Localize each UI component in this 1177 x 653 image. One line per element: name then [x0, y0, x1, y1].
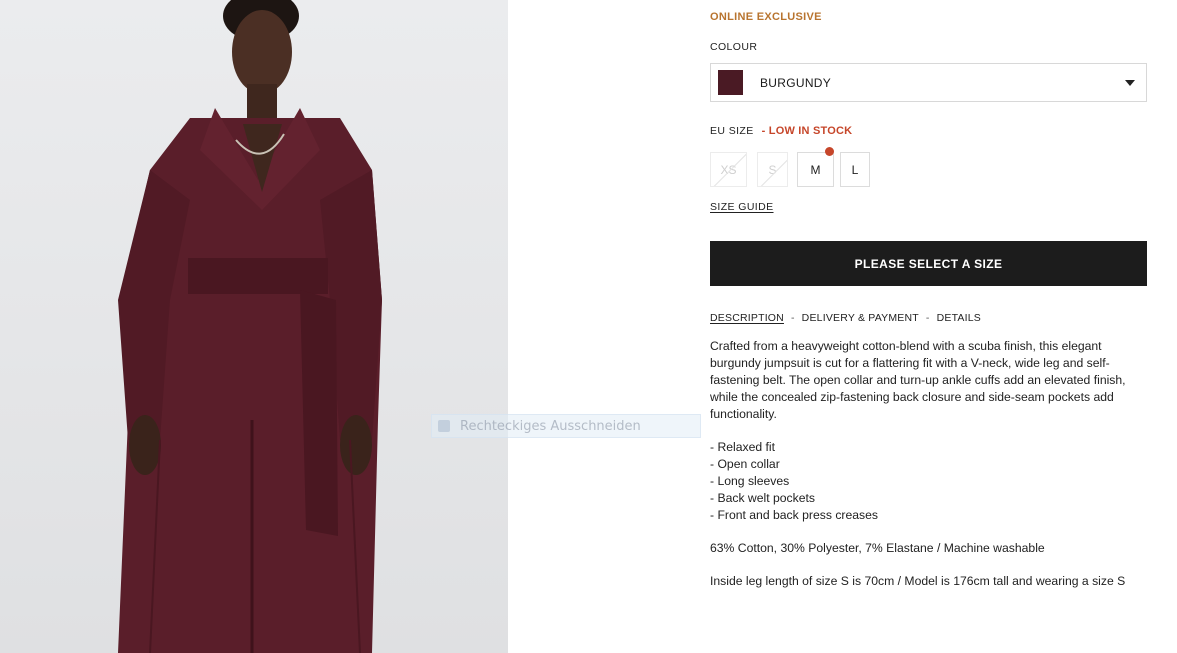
- size-label: EU SIZE: [710, 125, 754, 137]
- model-illustration: [118, 0, 382, 653]
- chevron-down-icon[interactable]: [1125, 80, 1135, 86]
- colour-label: COLOUR: [710, 41, 758, 53]
- low-stock-dot: [825, 147, 834, 156]
- info-tabs: DESCRIPTION - DELIVERY & PAYMENT - DETAI…: [710, 312, 981, 324]
- snipping-tooltip-label: Rechteckiges Ausschneiden: [460, 418, 641, 434]
- tab-separator: -: [790, 312, 795, 324]
- tab-description[interactable]: DESCRIPTION: [710, 312, 784, 324]
- colour-value: BURGUNDY: [760, 75, 832, 90]
- tab-details[interactable]: DETAILS: [937, 312, 981, 324]
- online-exclusive-badge: ONLINE EXCLUSIVE: [710, 11, 822, 23]
- fit-note: Inside leg length of size S is 70cm / Mo…: [710, 574, 1126, 588]
- size-guide-link[interactable]: SIZE GUIDE: [710, 201, 774, 213]
- list-item: - Open collar: [710, 457, 780, 471]
- size-header: EU SIZE - LOW IN STOCK: [710, 125, 852, 137]
- list-item: - Front and back press creases: [710, 508, 878, 522]
- product-image[interactable]: [0, 0, 508, 653]
- description-content: Crafted from a heavyweight cotton-blend …: [710, 338, 1147, 590]
- size-option-m[interactable]: M: [797, 152, 834, 187]
- snip-icon: [438, 420, 450, 432]
- description-intro: Crafted from a heavyweight cotton-blend …: [710, 339, 1126, 421]
- size-option-xs[interactable]: XS: [710, 152, 747, 187]
- colour-select[interactable]: BURGUNDY: [710, 63, 1147, 102]
- add-to-bag-button[interactable]: PLEASE SELECT A SIZE: [710, 241, 1147, 286]
- size-option-s[interactable]: S: [757, 152, 788, 187]
- colour-swatch: [718, 70, 743, 95]
- tab-separator: -: [925, 312, 930, 324]
- list-item: - Relaxed fit: [710, 440, 776, 454]
- material-composition: 63% Cotton, 30% Polyester, 7% Elastane /…: [710, 541, 1045, 555]
- snipping-tooltip: Rechteckiges Ausschneiden: [431, 414, 701, 438]
- tab-delivery-payment[interactable]: DELIVERY & PAYMENT: [802, 312, 919, 324]
- list-item: - Long sleeves: [710, 474, 790, 488]
- low-stock-label: - LOW IN STOCK: [761, 125, 853, 137]
- size-option-l[interactable]: L: [840, 152, 870, 187]
- feature-list: - Relaxed fit - Open collar - Long sleev…: [710, 439, 1147, 524]
- list-item: - Back welt pockets: [710, 491, 815, 505]
